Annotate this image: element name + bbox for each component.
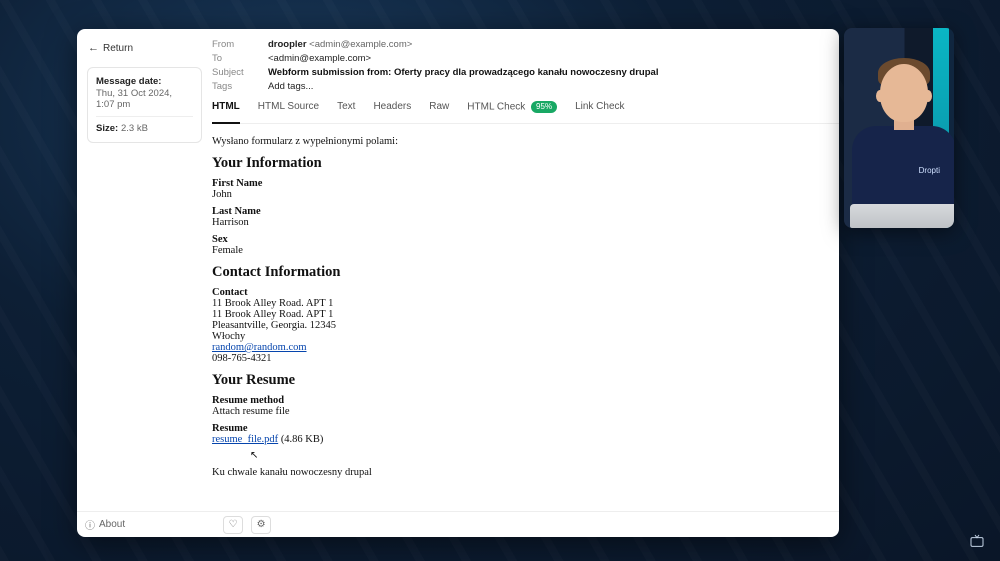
contact-label: Contact	[212, 287, 839, 298]
sex-label: Sex	[212, 234, 839, 245]
tv-icon	[968, 533, 986, 547]
laptop-lid	[850, 204, 954, 228]
first-name-label: First Name	[212, 178, 839, 189]
contact-city: Pleasantville, Georgia. 12345	[212, 320, 839, 331]
tab-html-check[interactable]: HTML Check 95%	[467, 101, 557, 117]
tab-html-check-label: HTML Check	[467, 102, 525, 113]
subject-label: Subject	[212, 67, 268, 78]
section-your-resume: Your Resume	[212, 372, 839, 389]
main-area: ← Return Message date: Thu, 31 Oct 2024,…	[77, 29, 839, 511]
about-button[interactable]: ⓘ About	[85, 517, 125, 532]
tab-html-source[interactable]: HTML Source	[258, 101, 319, 117]
from-label: From	[212, 39, 268, 50]
section-contact-information: Contact Information	[212, 264, 839, 281]
resume-file-row: resume_file.pdf (4.86 KB)	[212, 434, 839, 445]
contact-addr1: 11 Brook Alley Road. APT 1	[212, 298, 839, 309]
email-body: Wysłano formularz z wypełnionymi polami:…	[212, 126, 839, 511]
about-label: About	[99, 519, 125, 530]
resume-file-link[interactable]: resume_file.pdf	[212, 434, 278, 445]
window-footer: ⓘ About ♡ ⚙	[77, 511, 839, 537]
section-your-information: Your Information	[212, 155, 839, 172]
left-column: ← Return Message date: Thu, 31 Oct 2024,…	[77, 29, 212, 511]
subject-value: Webform submission from: Oferty pracy dl…	[268, 67, 658, 78]
info-icon: ⓘ	[85, 517, 95, 532]
resume-method-label: Resume method	[212, 395, 839, 406]
resume-label: Resume	[212, 423, 839, 434]
resume-method-value: Attach resume file	[212, 406, 839, 417]
email-header-block: From droopler <admin@example.com> To <ad…	[212, 29, 839, 126]
gear-icon: ⚙	[257, 519, 266, 530]
contact-email-link[interactable]: random@random.com	[212, 342, 307, 353]
arrow-left-icon: ←	[88, 42, 99, 54]
first-name-value: John	[212, 189, 839, 200]
message-meta-card: Message date: Thu, 31 Oct 2024, 1:07 pm …	[87, 67, 202, 143]
to-value: <admin@example.com>	[268, 53, 371, 64]
bell-icon: ♡	[229, 519, 238, 530]
last-name-value: Harrison	[212, 217, 839, 228]
from-value: droopler <admin@example.com>	[268, 39, 412, 50]
shirt-logo: Dropti	[919, 166, 940, 175]
person-head	[880, 64, 928, 122]
closing-text: Ku chwale kanału nowoczesny drupal	[212, 467, 839, 478]
size-value: 2.3 kB	[121, 123, 148, 134]
notifications-button[interactable]: ♡	[223, 516, 243, 534]
meta-divider	[96, 116, 193, 117]
tags-label: Tags	[212, 81, 268, 92]
tab-headers[interactable]: Headers	[373, 101, 411, 117]
right-column: From droopler <admin@example.com> To <ad…	[212, 29, 839, 511]
mail-window: ← Return Message date: Thu, 31 Oct 2024,…	[77, 29, 839, 537]
contact-country: Włochy	[212, 331, 839, 342]
size-label: Size:	[96, 123, 118, 134]
contact-phone: 098-765-4321	[212, 353, 839, 364]
tab-text[interactable]: Text	[337, 101, 355, 117]
contact-addr2: 11 Brook Alley Road. APT 1	[212, 309, 839, 320]
html-check-badge: 95%	[531, 101, 557, 113]
last-name-label: Last Name	[212, 206, 839, 217]
tab-link-check[interactable]: Link Check	[575, 101, 624, 117]
from-address: <admin@example.com>	[309, 39, 412, 50]
tab-raw[interactable]: Raw	[429, 101, 449, 117]
sex-value: Female	[212, 245, 839, 256]
intro-text: Wysłano formularz z wypełnionymi polami:	[212, 136, 839, 147]
from-name: droopler	[268, 39, 307, 50]
resume-file-size: (4.86 KB)	[281, 434, 324, 445]
return-button[interactable]: ← Return	[87, 39, 202, 57]
tags-input[interactable]: Add tags...	[268, 81, 313, 92]
to-label: To	[212, 53, 268, 64]
tab-html[interactable]: HTML	[212, 101, 240, 124]
message-date-label: Message date:	[96, 76, 193, 87]
view-tabs: HTML HTML Source Text Headers Raw HTML C…	[212, 97, 839, 124]
webcam-overlay: Dropti	[844, 28, 954, 228]
message-date-value: Thu, 31 Oct 2024, 1:07 pm	[96, 88, 193, 110]
return-label: Return	[103, 43, 133, 54]
mouse-cursor-icon: ↖	[250, 450, 258, 461]
settings-button[interactable]: ⚙	[251, 516, 271, 534]
